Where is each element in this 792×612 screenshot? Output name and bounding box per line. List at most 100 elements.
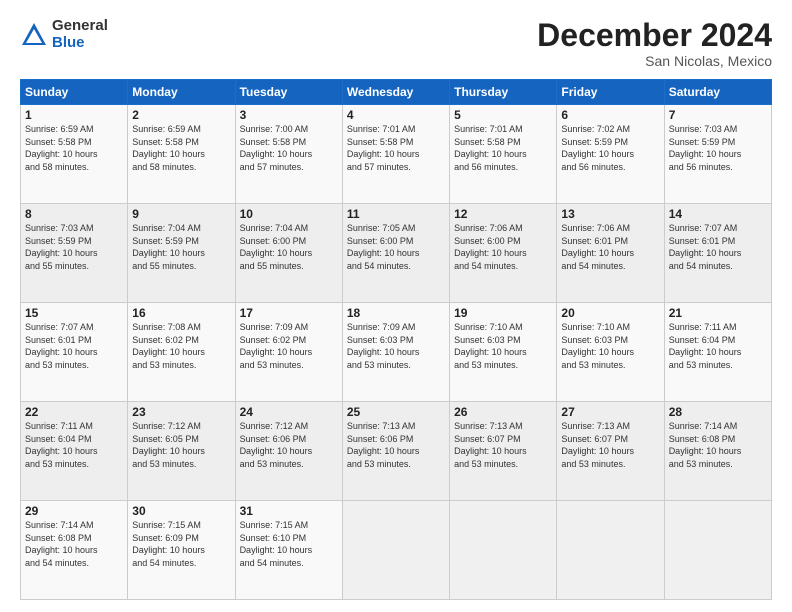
day-number: 21 [669, 306, 767, 320]
day-number: 22 [25, 405, 123, 419]
day-number: 14 [669, 207, 767, 221]
table-row: 21Sunrise: 7:11 AM Sunset: 6:04 PM Dayli… [664, 303, 771, 402]
table-row: 4Sunrise: 7:01 AM Sunset: 5:58 PM Daylig… [342, 105, 449, 204]
day-info: Sunrise: 7:02 AM Sunset: 5:59 PM Dayligh… [561, 123, 659, 173]
day-info: Sunrise: 7:07 AM Sunset: 6:01 PM Dayligh… [25, 321, 123, 371]
col-wednesday: Wednesday [342, 80, 449, 105]
col-friday: Friday [557, 80, 664, 105]
day-info: Sunrise: 7:12 AM Sunset: 6:05 PM Dayligh… [132, 420, 230, 470]
logo-text: General Blue [52, 18, 108, 51]
day-info: Sunrise: 7:00 AM Sunset: 5:58 PM Dayligh… [240, 123, 338, 173]
day-info: Sunrise: 7:14 AM Sunset: 6:08 PM Dayligh… [669, 420, 767, 470]
col-tuesday: Tuesday [235, 80, 342, 105]
table-row [342, 501, 449, 600]
day-info: Sunrise: 7:03 AM Sunset: 5:59 PM Dayligh… [25, 222, 123, 272]
day-number: 25 [347, 405, 445, 419]
day-number: 23 [132, 405, 230, 419]
day-info: Sunrise: 7:04 AM Sunset: 5:59 PM Dayligh… [132, 222, 230, 272]
day-info: Sunrise: 7:11 AM Sunset: 6:04 PM Dayligh… [25, 420, 123, 470]
table-row: 17Sunrise: 7:09 AM Sunset: 6:02 PM Dayli… [235, 303, 342, 402]
logo-blue-text: Blue [52, 34, 85, 51]
table-row: 12Sunrise: 7:06 AM Sunset: 6:00 PM Dayli… [450, 204, 557, 303]
day-number: 6 [561, 108, 659, 122]
day-info: Sunrise: 7:09 AM Sunset: 6:03 PM Dayligh… [347, 321, 445, 371]
day-number: 9 [132, 207, 230, 221]
day-info: Sunrise: 7:15 AM Sunset: 6:09 PM Dayligh… [132, 519, 230, 569]
day-number: 19 [454, 306, 552, 320]
table-row: 28Sunrise: 7:14 AM Sunset: 6:08 PM Dayli… [664, 402, 771, 501]
day-number: 31 [240, 504, 338, 518]
calendar-week-row: 1Sunrise: 6:59 AM Sunset: 5:58 PM Daylig… [21, 105, 772, 204]
title-block: December 2024 San Nicolas, Mexico [537, 18, 772, 69]
table-row: 1Sunrise: 6:59 AM Sunset: 5:58 PM Daylig… [21, 105, 128, 204]
calendar-subtitle: San Nicolas, Mexico [537, 53, 772, 69]
table-row: 10Sunrise: 7:04 AM Sunset: 6:00 PM Dayli… [235, 204, 342, 303]
day-number: 1 [25, 108, 123, 122]
day-number: 13 [561, 207, 659, 221]
table-row: 30Sunrise: 7:15 AM Sunset: 6:09 PM Dayli… [128, 501, 235, 600]
table-row: 9Sunrise: 7:04 AM Sunset: 5:59 PM Daylig… [128, 204, 235, 303]
table-row: 14Sunrise: 7:07 AM Sunset: 6:01 PM Dayli… [664, 204, 771, 303]
day-info: Sunrise: 6:59 AM Sunset: 5:58 PM Dayligh… [132, 123, 230, 173]
day-number: 5 [454, 108, 552, 122]
table-row: 3Sunrise: 7:00 AM Sunset: 5:58 PM Daylig… [235, 105, 342, 204]
day-info: Sunrise: 7:07 AM Sunset: 6:01 PM Dayligh… [669, 222, 767, 272]
day-number: 3 [240, 108, 338, 122]
col-saturday: Saturday [664, 80, 771, 105]
table-row: 31Sunrise: 7:15 AM Sunset: 6:10 PM Dayli… [235, 501, 342, 600]
calendar-header-row: Sunday Monday Tuesday Wednesday Thursday… [21, 80, 772, 105]
day-info: Sunrise: 7:06 AM Sunset: 6:01 PM Dayligh… [561, 222, 659, 272]
table-row: 5Sunrise: 7:01 AM Sunset: 5:58 PM Daylig… [450, 105, 557, 204]
day-number: 11 [347, 207, 445, 221]
day-info: Sunrise: 7:13 AM Sunset: 6:07 PM Dayligh… [561, 420, 659, 470]
table-row: 20Sunrise: 7:10 AM Sunset: 6:03 PM Dayli… [557, 303, 664, 402]
table-row [664, 501, 771, 600]
table-row: 15Sunrise: 7:07 AM Sunset: 6:01 PM Dayli… [21, 303, 128, 402]
table-row: 11Sunrise: 7:05 AM Sunset: 6:00 PM Dayli… [342, 204, 449, 303]
day-info: Sunrise: 7:09 AM Sunset: 6:02 PM Dayligh… [240, 321, 338, 371]
table-row [450, 501, 557, 600]
col-sunday: Sunday [21, 80, 128, 105]
logo-general-text: General [52, 17, 108, 34]
table-row: 22Sunrise: 7:11 AM Sunset: 6:04 PM Dayli… [21, 402, 128, 501]
day-info: Sunrise: 7:13 AM Sunset: 6:07 PM Dayligh… [454, 420, 552, 470]
table-row: 2Sunrise: 6:59 AM Sunset: 5:58 PM Daylig… [128, 105, 235, 204]
day-info: Sunrise: 7:12 AM Sunset: 6:06 PM Dayligh… [240, 420, 338, 470]
table-row: 7Sunrise: 7:03 AM Sunset: 5:59 PM Daylig… [664, 105, 771, 204]
col-monday: Monday [128, 80, 235, 105]
day-number: 7 [669, 108, 767, 122]
calendar-week-row: 22Sunrise: 7:11 AM Sunset: 6:04 PM Dayli… [21, 402, 772, 501]
header: General Blue December 2024 San Nicolas, … [20, 18, 772, 69]
day-info: Sunrise: 7:06 AM Sunset: 6:00 PM Dayligh… [454, 222, 552, 272]
day-info: Sunrise: 7:01 AM Sunset: 5:58 PM Dayligh… [347, 123, 445, 173]
day-number: 30 [132, 504, 230, 518]
calendar-page: General Blue December 2024 San Nicolas, … [0, 0, 792, 612]
table-row: 29Sunrise: 7:14 AM Sunset: 6:08 PM Dayli… [21, 501, 128, 600]
day-number: 15 [25, 306, 123, 320]
logo-icon [20, 21, 48, 49]
day-info: Sunrise: 7:13 AM Sunset: 6:06 PM Dayligh… [347, 420, 445, 470]
day-info: Sunrise: 7:11 AM Sunset: 6:04 PM Dayligh… [669, 321, 767, 371]
day-info: Sunrise: 7:10 AM Sunset: 6:03 PM Dayligh… [561, 321, 659, 371]
table-row: 18Sunrise: 7:09 AM Sunset: 6:03 PM Dayli… [342, 303, 449, 402]
table-row: 24Sunrise: 7:12 AM Sunset: 6:06 PM Dayli… [235, 402, 342, 501]
day-number: 8 [25, 207, 123, 221]
day-number: 28 [669, 405, 767, 419]
day-number: 12 [454, 207, 552, 221]
day-info: Sunrise: 7:14 AM Sunset: 6:08 PM Dayligh… [25, 519, 123, 569]
day-info: Sunrise: 7:05 AM Sunset: 6:00 PM Dayligh… [347, 222, 445, 272]
day-info: Sunrise: 7:15 AM Sunset: 6:10 PM Dayligh… [240, 519, 338, 569]
day-info: Sunrise: 6:59 AM Sunset: 5:58 PM Dayligh… [25, 123, 123, 173]
calendar-title: December 2024 [537, 18, 772, 53]
calendar-week-row: 15Sunrise: 7:07 AM Sunset: 6:01 PM Dayli… [21, 303, 772, 402]
table-row: 27Sunrise: 7:13 AM Sunset: 6:07 PM Dayli… [557, 402, 664, 501]
table-row: 16Sunrise: 7:08 AM Sunset: 6:02 PM Dayli… [128, 303, 235, 402]
day-info: Sunrise: 7:10 AM Sunset: 6:03 PM Dayligh… [454, 321, 552, 371]
calendar-week-row: 29Sunrise: 7:14 AM Sunset: 6:08 PM Dayli… [21, 501, 772, 600]
day-number: 20 [561, 306, 659, 320]
table-row: 6Sunrise: 7:02 AM Sunset: 5:59 PM Daylig… [557, 105, 664, 204]
table-row: 8Sunrise: 7:03 AM Sunset: 5:59 PM Daylig… [21, 204, 128, 303]
col-thursday: Thursday [450, 80, 557, 105]
day-info: Sunrise: 7:08 AM Sunset: 6:02 PM Dayligh… [132, 321, 230, 371]
day-number: 18 [347, 306, 445, 320]
